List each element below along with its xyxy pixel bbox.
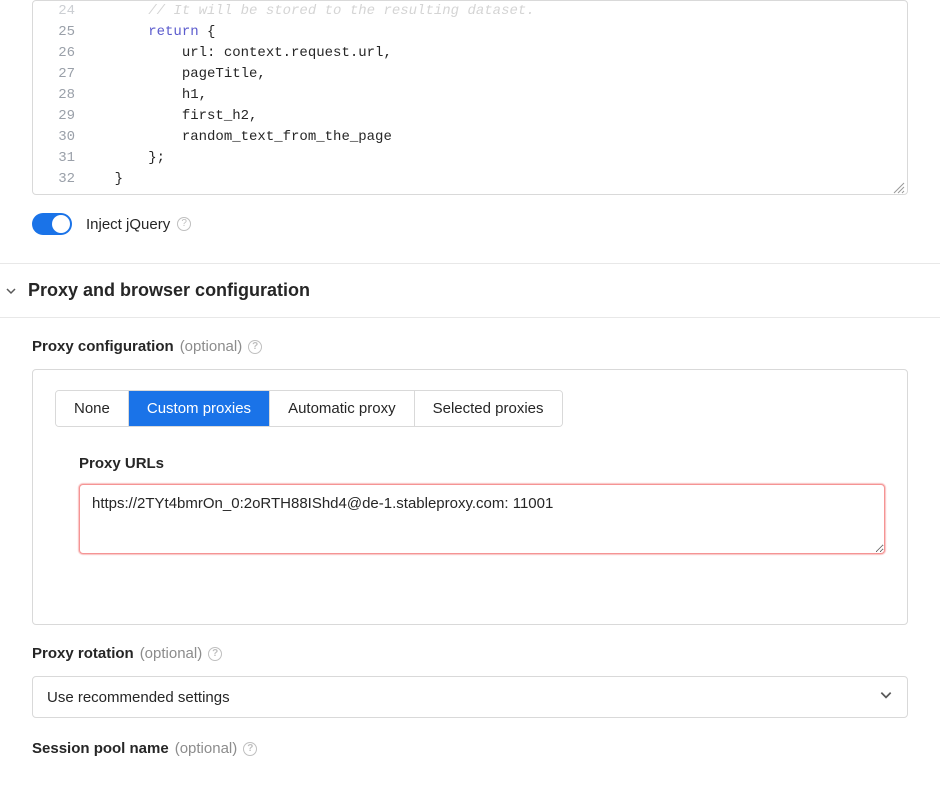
chevron-down-icon [879, 688, 893, 706]
inject-jquery-toggle[interactable] [32, 213, 72, 235]
proxy-rotation-field: Proxy rotation (optional) ? Use recommen… [0, 625, 940, 718]
tab-custom-proxies[interactable]: Custom proxies [129, 391, 270, 426]
proxy-section-toggle[interactable]: Proxy and browser configuration [0, 280, 940, 301]
session-pool-label: Session pool name (optional) ? [32, 740, 908, 757]
help-icon[interactable]: ? [248, 340, 262, 354]
proxy-config-label: Proxy configuration (optional) ? [32, 338, 908, 355]
proxy-type-tabs: None Custom proxies Automatic proxy Sele… [55, 390, 563, 427]
tab-automatic-proxy[interactable]: Automatic proxy [270, 391, 415, 426]
code-gutter: 24 25 26 27 28 29 30 31 32 [33, 1, 81, 190]
resize-handle-icon[interactable] [893, 181, 905, 193]
inject-jquery-label: Inject jQuery ? [86, 216, 191, 233]
proxy-section: Proxy and browser configuration [0, 263, 940, 318]
proxy-config-box: None Custom proxies Automatic proxy Sele… [32, 369, 908, 625]
proxy-section-title: Proxy and browser configuration [28, 280, 310, 301]
inject-jquery-row: Inject jQuery ? [0, 213, 940, 263]
proxy-urls-label: Proxy URLs [79, 455, 885, 472]
proxy-rotation-label: Proxy rotation (optional) ? [32, 645, 908, 662]
proxy-urls-input[interactable] [79, 484, 885, 554]
proxy-config-field: Proxy configuration (optional) ? None Cu… [0, 318, 940, 625]
chevron-down-icon [4, 284, 18, 298]
tab-none[interactable]: None [56, 391, 129, 426]
help-icon[interactable]: ? [208, 647, 222, 661]
code-content[interactable]: // It will be stored to the resulting da… [81, 1, 535, 190]
help-icon[interactable]: ? [177, 217, 191, 231]
code-editor[interactable]: 24 25 26 27 28 29 30 31 32 // It will be… [32, 0, 908, 195]
help-icon[interactable]: ? [243, 742, 257, 756]
tab-selected-proxies[interactable]: Selected proxies [415, 391, 562, 426]
session-pool-field: Session pool name (optional) ? [0, 740, 940, 757]
proxy-rotation-select[interactable]: Use recommended settings [32, 676, 908, 718]
